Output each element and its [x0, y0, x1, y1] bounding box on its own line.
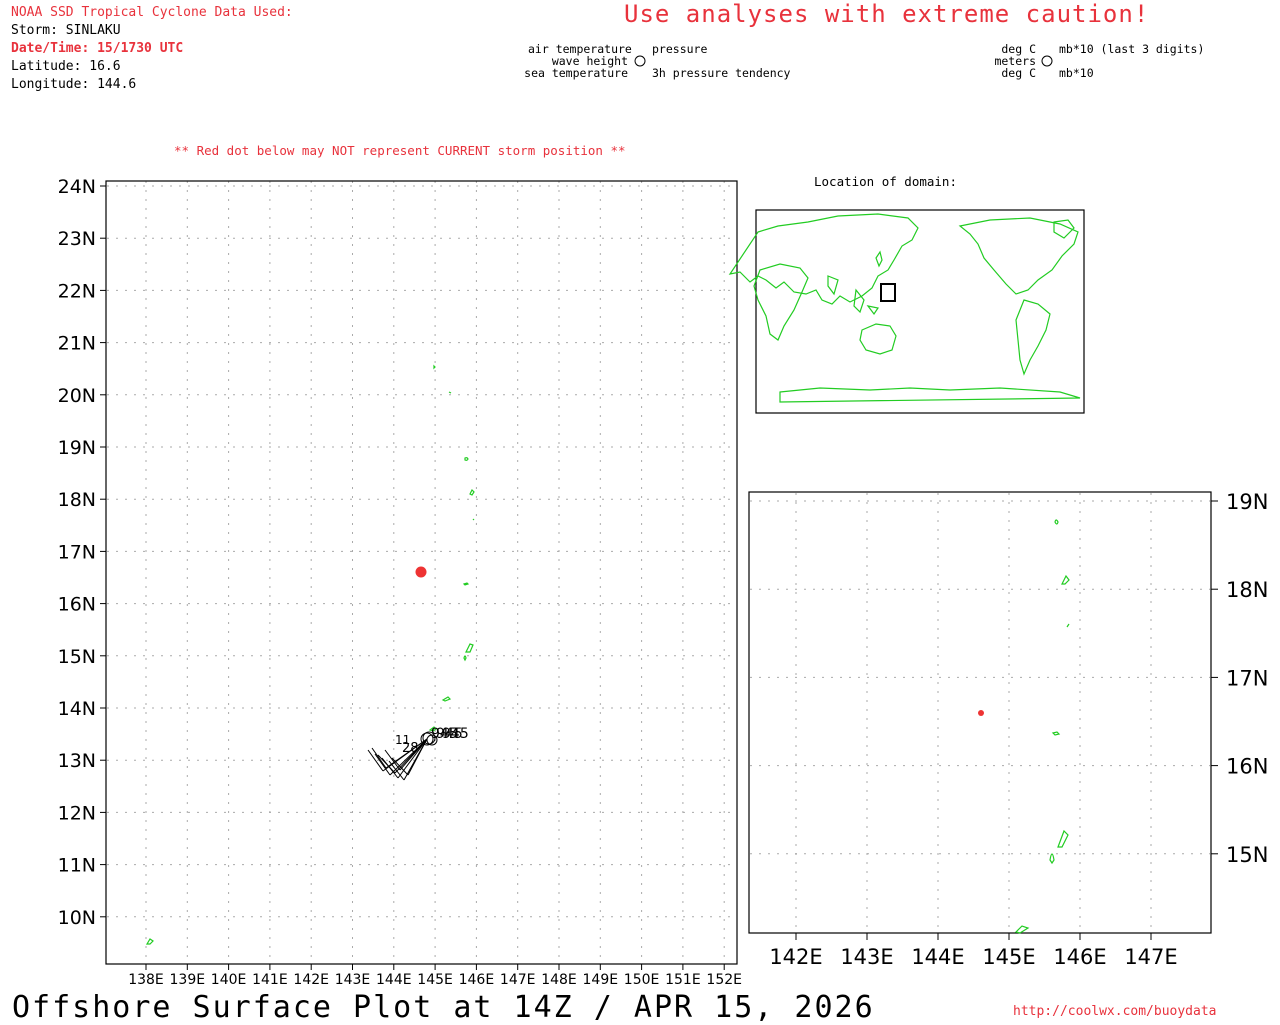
island-outline	[448, 391, 452, 394]
lon-tick-label: 139E	[170, 972, 206, 988]
island-outline	[1014, 925, 1030, 934]
lat-tick-label: 24N	[58, 176, 96, 198]
island-outline	[465, 643, 474, 653]
lon-tick-label: 142E	[293, 972, 329, 988]
lat-tick-label: 15N	[1226, 843, 1268, 867]
main-map-lat-labels: 24N 23N 22N 21N 20N 19N 18N 17N 16N 15N 14N 13N 12N 1…	[58, 176, 106, 929]
island-outline	[1066, 623, 1070, 628]
island-outline	[433, 364, 436, 370]
lon-tick-label: 147E	[1124, 945, 1177, 969]
lon-tick-label: 151E	[665, 972, 701, 988]
island-outline	[441, 696, 452, 702]
inset-frame	[755, 209, 1085, 414]
lon-tick-label: 138E	[128, 972, 164, 988]
lon-tick-label: 150E	[624, 972, 660, 988]
lat-tick-label: 11N	[58, 855, 96, 877]
map-canvas: 24N 23N 22N 21N 20N 19N 18N 17N 16N 15N 14N 13N 12N 1…	[58, 55, 1268, 988]
zoom-map-lat-labels: 19N 18N 17N 16N 15N	[1211, 490, 1268, 867]
legend-station-circle-icon	[634, 55, 646, 67]
lon-tick-label: 142E	[769, 945, 822, 969]
zoom-map[interactable]: 19N 18N 17N 16N 15N 142E 143E 144E 145E 146E 147E	[748, 490, 1268, 969]
island-outline	[1057, 829, 1069, 848]
lon-tick-label: 149E	[583, 972, 619, 988]
lon-tick-label: 143E	[335, 972, 371, 988]
lon-tick-label: 145E	[982, 945, 1035, 969]
obs-sea-temp-label: 28	[402, 741, 419, 756]
lat-tick-label: 23N	[58, 228, 96, 250]
units-station-circle-icon	[1041, 55, 1053, 67]
lat-tick-label: 17N	[1226, 666, 1268, 690]
lat-tick-label: 15N	[58, 646, 96, 668]
island-outline	[472, 518, 475, 521]
island-outline	[1054, 519, 1059, 525]
storm-position-dot-zoom[interactable]	[978, 710, 984, 716]
zoom-map-lon-labels: 142E 143E 144E 145E 146E 147E	[769, 933, 1178, 969]
island-outline	[462, 582, 470, 586]
lat-tick-label: 19N	[1226, 490, 1268, 514]
obs-pressure-label: 945	[442, 726, 469, 742]
island-outline	[1049, 853, 1055, 865]
storm-position-dot[interactable]	[415, 566, 427, 578]
lat-tick-label: 22N	[58, 280, 96, 302]
lat-tick-label: 10N	[58, 907, 96, 929]
lon-tick-label: 148E	[541, 972, 577, 988]
island-outline	[1061, 574, 1070, 585]
lon-tick-label: 144E	[376, 972, 412, 988]
lat-tick-label: 18N	[1226, 578, 1268, 602]
lat-tick-label: 12N	[58, 802, 96, 824]
mariana-islands	[145, 364, 475, 945]
lat-tick-label: 19N	[58, 437, 96, 459]
lat-tick-label: 13N	[58, 750, 96, 772]
lon-tick-label: 152E	[706, 972, 742, 988]
inset-world-map	[728, 209, 1085, 414]
lat-tick-label: 16N	[58, 594, 96, 616]
island-outline	[145, 938, 154, 945]
lon-tick-label: 143E	[840, 945, 893, 969]
lon-tick-label: 141E	[252, 972, 288, 988]
lat-tick-label: 18N	[58, 489, 96, 511]
lat-tick-label: 17N	[58, 541, 96, 563]
island-outline	[1051, 731, 1061, 736]
lon-tick-label: 147E	[500, 972, 536, 988]
lon-tick-label: 145E	[417, 972, 453, 988]
zoom-islands	[1014, 519, 1070, 934]
lon-tick-label: 146E	[459, 972, 495, 988]
lat-tick-label: 14N	[58, 698, 96, 720]
lon-tick-label: 140E	[211, 972, 247, 988]
lat-tick-label: 16N	[1226, 755, 1268, 779]
lat-tick-label: 21N	[58, 333, 96, 355]
lon-tick-label: 144E	[911, 945, 964, 969]
lat-tick-label: 20N	[58, 385, 96, 407]
island-outline	[463, 655, 467, 662]
island-outline	[469, 488, 475, 496]
main-map[interactable]: 24N 23N 22N 21N 20N 19N 18N 17N 16N 15N 14N 13N 12N 1…	[58, 176, 742, 988]
main-map-lon-labels: 138E 139E 140E 141E 142E 143E 144E 145E 146E 147E…	[128, 964, 742, 988]
island-outline	[464, 457, 469, 461]
lon-tick-label: 146E	[1053, 945, 1106, 969]
